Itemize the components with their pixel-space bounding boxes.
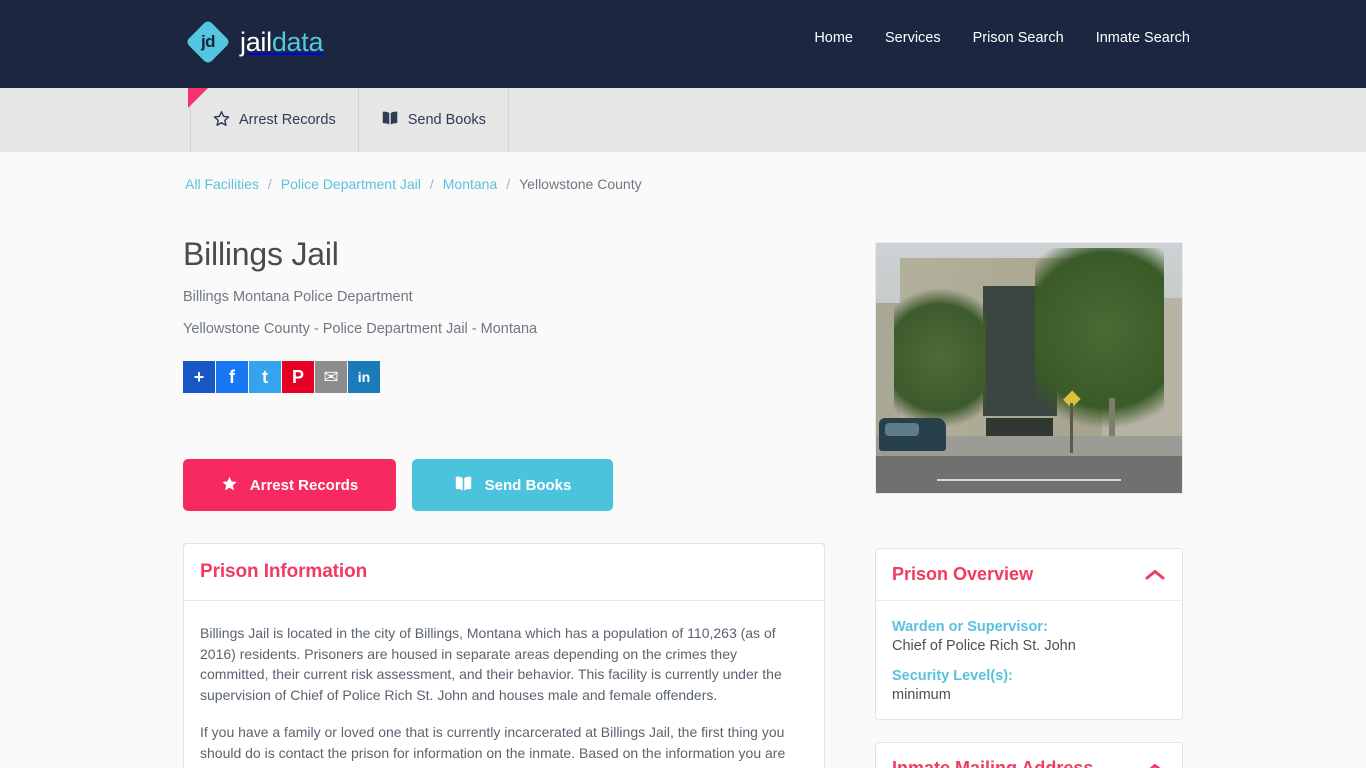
brand-word-data: data — [271, 26, 324, 57]
breadcrumb-item-montana[interactable]: Montana — [443, 176, 497, 192]
star-icon — [213, 110, 230, 131]
facility-photo — [875, 242, 1183, 494]
arrest-records-button-label: Arrest Records — [249, 476, 359, 494]
secondary-navigation: Arrest Records Send Books — [0, 88, 1366, 152]
book-icon — [454, 475, 473, 496]
facility-location-line: Yellowstone County - Police Department J… — [183, 321, 538, 337]
breadcrumb-item-yellowstone-county: Yellowstone County — [519, 176, 642, 192]
inmate-mailing-address-header[interactable]: Inmate Mailing Address — [876, 743, 1182, 768]
warden-value: Chief of Police Rich St. John — [892, 638, 1076, 654]
page-content: All Facilities / Police Department Jail … — [0, 152, 1366, 768]
prison-overview-header[interactable]: Prison Overview — [876, 549, 1182, 601]
prison-information-card: Prison Information Billings Jail is loca… — [183, 543, 825, 768]
subnav-item-arrest-records[interactable]: Arrest Records — [190, 88, 359, 152]
right-sidebar: Prison Overview Warden or Supervisor: Ch… — [875, 236, 1183, 768]
prison-information-body: Billings Jail is located in the city of … — [184, 601, 824, 768]
page-title: Billings Jail — [183, 236, 339, 272]
subnav-label-send-books: Send Books — [407, 112, 486, 128]
breadcrumb-separator: / — [429, 176, 434, 192]
brand-logo[interactable]: jd jaildata — [185, 19, 323, 65]
star-icon — [221, 475, 238, 496]
left-column: Billings Jail Billings Montana Police De… — [183, 236, 825, 768]
social-share-bar: + f t P ✉ in — [183, 361, 825, 393]
pinterest-icon[interactable]: P — [282, 361, 314, 393]
chevron-up-icon[interactable] — [1144, 762, 1166, 768]
book-icon — [381, 110, 399, 130]
site-header: jd jaildata Home Services Prison Search … — [0, 0, 1366, 88]
security-level-label: Security Level(s): — [892, 668, 1013, 684]
send-books-button[interactable]: Send Books — [412, 459, 613, 511]
security-level-value: minimum — [892, 687, 951, 703]
prison-information-paragraph-2: If you have a family or loved one that i… — [200, 724, 786, 768]
nav-prison-search[interactable]: Prison Search — [973, 30, 1064, 46]
breadcrumb-separator: / — [267, 176, 272, 192]
nav-services[interactable]: Services — [885, 30, 941, 46]
chevron-up-icon[interactable] — [1144, 568, 1166, 582]
breadcrumb-separator: / — [506, 176, 511, 192]
breadcrumb-item-all-facilities[interactable]: All Facilities — [185, 176, 259, 192]
prison-overview-panel: Prison Overview Warden or Supervisor: Ch… — [875, 548, 1183, 720]
breadcrumb: All Facilities / Police Department Jail … — [183, 176, 1183, 192]
prison-information-paragraph-1: Billings Jail is located in the city of … — [200, 625, 782, 703]
main-navigation: Home Services Prison Search Inmate Searc… — [814, 30, 1190, 46]
warden-label: Warden or Supervisor: — [892, 619, 1048, 635]
brand-word-jail: jail — [240, 26, 272, 57]
addthis-share-icon[interactable]: + — [183, 361, 215, 393]
cta-button-row: Arrest Records Send Books — [183, 459, 825, 511]
arrest-records-button[interactable]: Arrest Records — [183, 459, 396, 511]
linkedin-icon[interactable]: in — [348, 361, 380, 393]
inmate-mailing-address-title: Inmate Mailing Address — [892, 758, 1094, 768]
prison-overview-body: Warden or Supervisor: Chief of Police Ri… — [876, 601, 1182, 719]
send-books-button-label: Send Books — [484, 476, 572, 494]
breadcrumb-item-police-department-jail[interactable]: Police Department Jail — [281, 176, 421, 192]
facility-subtitle: Billings Montana Police Department — [183, 289, 413, 305]
prison-information-title: Prison Information — [200, 561, 368, 582]
nav-inmate-search[interactable]: Inmate Search — [1096, 30, 1190, 46]
brand-wordmark: jaildata — [240, 27, 323, 58]
facebook-icon[interactable]: f — [216, 361, 248, 393]
jaildata-logo-icon: jd — [185, 19, 231, 65]
nav-home[interactable]: Home — [814, 30, 853, 46]
prison-overview-title: Prison Overview — [892, 564, 1034, 584]
email-icon[interactable]: ✉ — [315, 361, 347, 393]
twitter-icon[interactable]: t — [249, 361, 281, 393]
logo-mark-text: jd — [200, 32, 216, 51]
prison-information-header: Prison Information — [184, 544, 824, 601]
subnav-item-send-books[interactable]: Send Books — [359, 88, 509, 152]
corner-flag-decoration — [188, 88, 208, 108]
inmate-mailing-address-panel: Inmate Mailing Address 220 N 27th St — [875, 742, 1183, 768]
subnav-label-arrest-records: Arrest Records — [239, 112, 336, 128]
